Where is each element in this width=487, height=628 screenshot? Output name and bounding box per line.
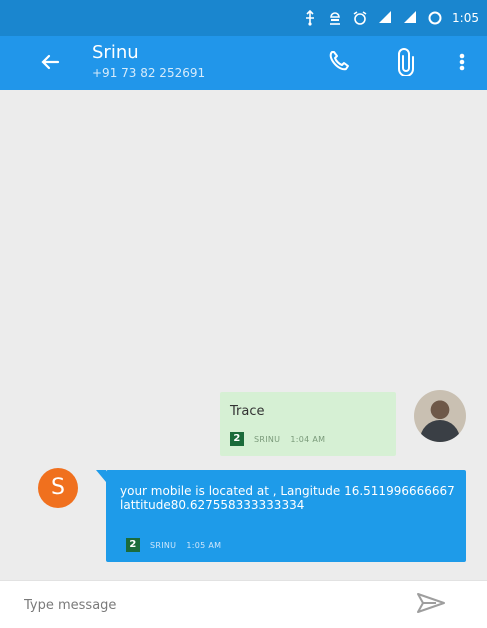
sim-badge: 2 (230, 432, 244, 446)
status-bar: 1:05 (0, 0, 487, 36)
message-composer (0, 580, 487, 628)
android-debug-icon (327, 10, 343, 26)
usb-icon (302, 9, 318, 26)
message-sender: SRINU (254, 434, 281, 444)
call-button[interactable] (326, 48, 354, 76)
attach-button[interactable] (395, 48, 421, 77)
message-text: Trace (230, 404, 265, 419)
message-meta: 2 SRINU 1:05 AM (126, 538, 221, 552)
message-text: your mobile is located at , Langitude 16… (120, 484, 455, 512)
battery-icon (427, 10, 443, 26)
alarm-icon (352, 10, 368, 26)
contact-avatar[interactable]: S (38, 468, 78, 508)
message-time: 1:05 AM (186, 540, 222, 550)
back-button[interactable] (36, 48, 64, 76)
arrow-left-icon (41, 54, 60, 70)
my-avatar[interactable] (414, 390, 466, 442)
sim-badge: 2 (126, 538, 140, 552)
message-input[interactable] (22, 593, 326, 617)
send-button[interactable] (414, 591, 450, 617)
contact-phone: +91 73 82 252691 (92, 66, 206, 80)
outgoing-message-bubble[interactable]: Trace 2 SRINU 1:04 AM (220, 392, 396, 456)
message-thread[interactable]: Trace 2 SRINU 1:04 AM S your mobile is l… (0, 90, 487, 580)
incoming-message-bubble[interactable]: your mobile is located at , Langitude 16… (96, 470, 466, 562)
phone-icon (329, 51, 349, 71)
overflow-menu-button[interactable] (452, 48, 472, 76)
message-time: 1:04 AM (290, 434, 326, 444)
contact-name: Srinu (92, 42, 139, 63)
signal-icon (377, 10, 393, 26)
message-sender: SRINU (150, 540, 177, 550)
status-time: 1:05 (452, 11, 479, 25)
message-meta: 2 SRINU 1:04 AM (230, 432, 325, 446)
status-icons: 1:05 (302, 8, 479, 28)
paperclip-icon (398, 48, 414, 77)
signal-icon (402, 10, 418, 26)
app-bar: Srinu +91 73 82 252691 (0, 36, 487, 90)
send-icon (417, 593, 445, 613)
more-vert-icon (459, 53, 465, 71)
